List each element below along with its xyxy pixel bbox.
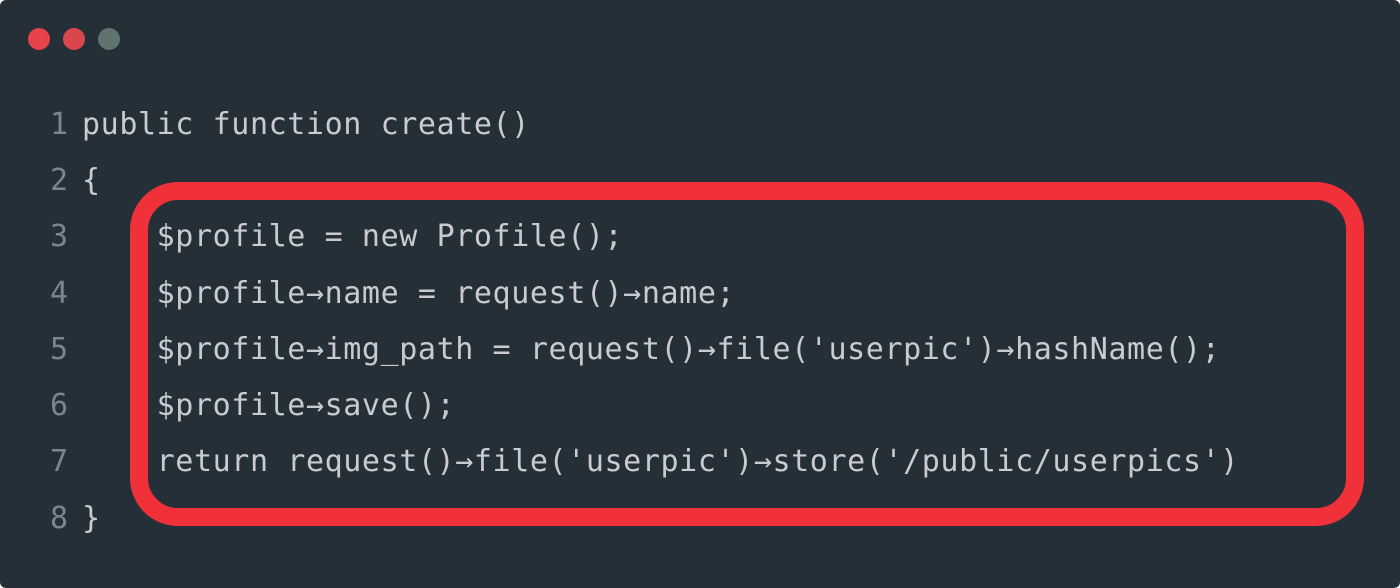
code-text: } (82, 500, 101, 536)
code-line: 5 $profile→img_path = request()→file('us… (40, 321, 1380, 377)
code-text: $profile = new Profile(); (82, 219, 624, 255)
code-line: 4 $profile→name = request()→name; (40, 265, 1380, 321)
line-number: 8 (49, 500, 69, 536)
code-text: { (82, 162, 101, 198)
line-number: 2 (49, 162, 69, 198)
code-line: 8 } (40, 490, 1380, 546)
line-number: 6 (49, 388, 69, 424)
code-text: public function create() (82, 106, 530, 142)
line-number: 4 (49, 275, 69, 311)
code-text: $profile→img_path = request()→file('user… (82, 331, 1221, 367)
code-text: return request()→file('userpic')→store('… (82, 444, 1240, 480)
code-text: $profile→save(); (82, 388, 456, 424)
code-line: 2 { (40, 152, 1380, 208)
code-window: 1 public function create() 2 { 3 $profil… (0, 0, 1400, 588)
line-number: 7 (49, 444, 69, 480)
code-line: 6 $profile→save(); (40, 377, 1380, 433)
line-number: 5 (49, 331, 69, 367)
line-number: 3 (49, 219, 69, 255)
code-block: 1 public function create() 2 { 3 $profil… (40, 96, 1380, 546)
close-dot-icon[interactable] (28, 28, 50, 50)
code-line: 1 public function create() (40, 96, 1380, 152)
code-line: 7 return request()→file('userpic')→store… (40, 434, 1380, 490)
maximize-dot-icon[interactable] (98, 28, 120, 50)
window-controls (28, 28, 120, 50)
minimize-dot-icon[interactable] (63, 28, 85, 50)
code-line: 3 $profile = new Profile(); (40, 209, 1380, 265)
code-text: $profile→name = request()→name; (82, 275, 736, 311)
line-number: 1 (49, 106, 69, 142)
